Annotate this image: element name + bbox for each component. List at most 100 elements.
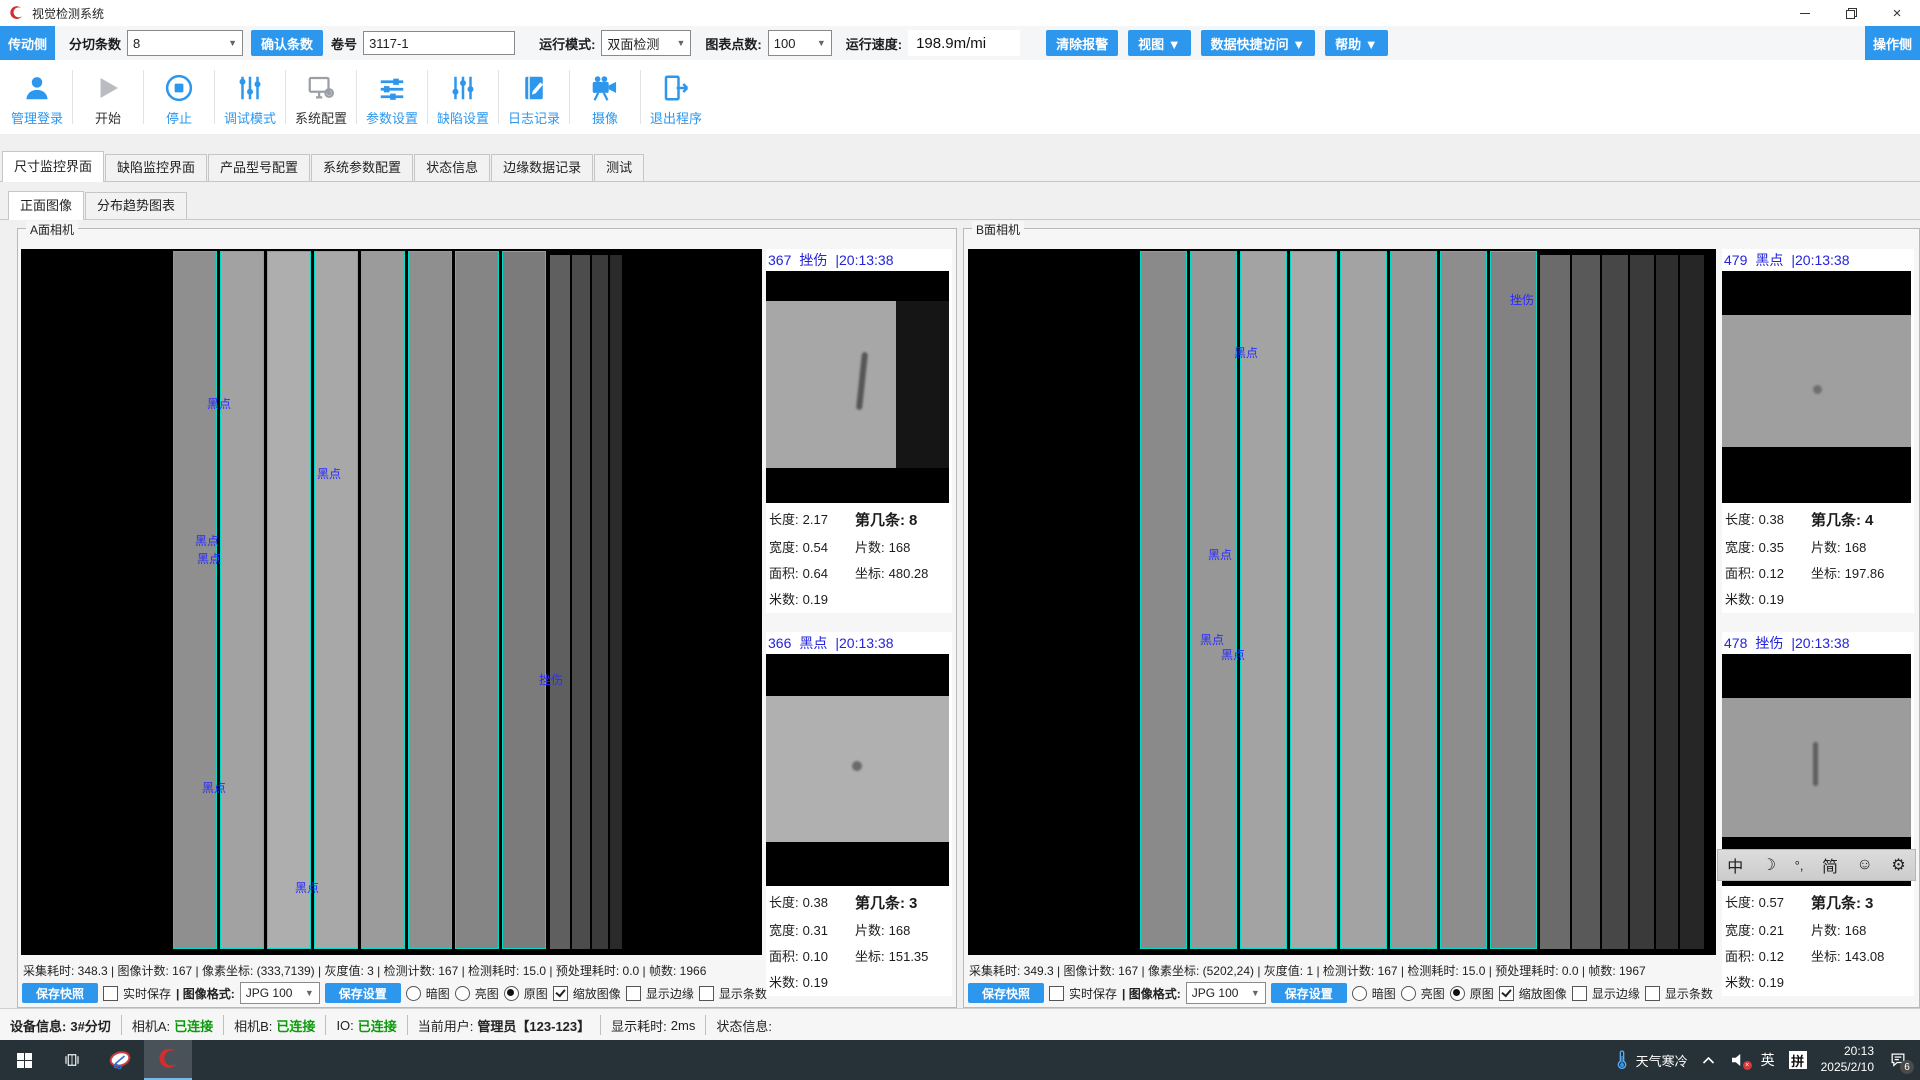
save-snapshot-button[interactable]: 保存快照 (22, 983, 98, 1003)
show-strip-count-checkbox[interactable] (1645, 986, 1660, 1001)
operator-side-button[interactable]: 操作侧 (1865, 26, 1920, 60)
tab-sub-1[interactable]: 分布趋势图表 (85, 192, 187, 219)
taskbar-weather[interactable]: 天气寒冷 (1614, 1049, 1688, 1071)
chart-points-select[interactable]: 100 ▼ (768, 30, 832, 56)
snipping-tool-button[interactable] (96, 1040, 144, 1080)
camera-b-image[interactable]: 挫伤黑点黑点黑点黑点 (968, 249, 1716, 955)
language-indicator[interactable]: 英 (1761, 1050, 1775, 1070)
tool-button-2[interactable]: 停止 (146, 60, 212, 134)
defect-field-pieces: 片数:168 (1811, 537, 1914, 556)
hidden-icons-chevron[interactable] (1702, 1056, 1715, 1065)
image-format-select[interactable]: JPG 100▼ (240, 982, 320, 1004)
speed-label: 运行速度: (846, 34, 902, 53)
tool-button-3[interactable]: 调试模式 (217, 60, 283, 134)
tab-main-4[interactable]: 状态信息 (414, 154, 490, 181)
taskbar-app-vision-system[interactable] (144, 1040, 192, 1080)
tab-main-2[interactable]: 产品型号配置 (208, 154, 310, 181)
tab-main-3[interactable]: 系统参数配置 (311, 154, 413, 181)
zoom-image-checkbox[interactable] (1499, 986, 1514, 1001)
drive-side-button[interactable]: 传动侧 (0, 26, 55, 60)
bright-image-radio[interactable] (455, 986, 470, 1001)
close-button[interactable]: × (1874, 0, 1920, 26)
volume-muted-button[interactable]: × (1729, 1052, 1747, 1068)
view-menu-button[interactable]: 视图 ▼ (1128, 30, 1190, 56)
tool-button-1[interactable]: 开始 (75, 60, 141, 134)
bright-image-radio[interactable] (1401, 986, 1416, 1001)
minimize-button[interactable] (1782, 0, 1828, 26)
defect-card[interactable]: 478挫伤|20:13:38长度:0.57第几条:3宽度:0.21片数:168面… (1722, 632, 1914, 996)
defect-list-a: 367挫伤|20:13:38长度:2.17第几条:8宽度:0.54片数:168面… (766, 249, 952, 991)
camera-a-image[interactable]: 黑点黑点黑点黑点挫伤黑点黑点 (21, 249, 762, 955)
field-value: 0.64 (803, 566, 828, 581)
field-label: 坐标: (855, 946, 885, 965)
field-value: 0.12 (1759, 949, 1784, 964)
show-edge-checkbox[interactable] (626, 986, 641, 1001)
defect-card[interactable]: 479黑点|20:13:38长度:0.38第几条:4宽度:0.35片数:168面… (1722, 249, 1914, 613)
defect-card[interactable]: 366黑点|20:13:38长度:0.38第几条:3宽度:0.31片数:168面… (766, 632, 952, 996)
tab-main-6[interactable]: 测试 (594, 154, 644, 181)
original-image-radio[interactable] (1450, 986, 1465, 1001)
slit-count-select[interactable]: 8 ▼ (127, 30, 243, 56)
tab-main-1[interactable]: 缺陷监控界面 (105, 154, 207, 181)
tab-main-5[interactable]: 边缘数据记录 (491, 154, 593, 181)
ime-pinyin-indicator[interactable]: 拼 (1789, 1051, 1807, 1069)
defect-thumbnail[interactable] (766, 271, 949, 503)
ime-settings-gear-icon[interactable]: ⚙ (1891, 855, 1905, 875)
ime-fullwidth-moon-icon[interactable]: ☽ (1762, 855, 1776, 875)
windows-logo-icon (17, 1053, 32, 1068)
tool-button-6[interactable]: 缺陷设置 (430, 60, 496, 134)
zoom-image-checkbox[interactable] (553, 986, 568, 1001)
run-mode-select[interactable]: 双面检测 ▼ (601, 30, 691, 56)
save-settings-button[interactable]: 保存设置 (325, 983, 401, 1003)
strip-band (1680, 255, 1704, 949)
field-value: 168 (889, 923, 911, 938)
data-quick-access-button[interactable]: 数据快捷访问 ▼ (1201, 30, 1315, 56)
zoom-image-checkbox-label: 缩放图像 (1519, 985, 1567, 1002)
realtime-save-checkbox[interactable] (1049, 986, 1064, 1001)
confirm-count-button[interactable]: 确认条数 (251, 30, 323, 56)
defect-field-length: 长度:0.38 (1725, 509, 1811, 530)
strip-detect-box (314, 251, 358, 949)
chevron-down-icon: ▼ (305, 988, 314, 998)
restore-button[interactable] (1828, 0, 1874, 26)
dark-image-radio[interactable] (406, 986, 421, 1001)
field-label: 长度: (769, 892, 799, 911)
toolbar-divider (72, 70, 73, 124)
clear-alarm-button[interactable]: 清除报警 (1046, 30, 1118, 56)
ime-punctuation-mode[interactable]: °, (1795, 858, 1804, 873)
tool-button-7[interactable]: 日志记录 (501, 60, 567, 134)
notification-center-button[interactable]: 6 (1888, 1050, 1908, 1070)
strip-detect-box (1290, 251, 1337, 949)
ime-simplified-mode[interactable]: 简 (1822, 853, 1838, 877)
ime-emoji-icon[interactable]: ☺ (1857, 856, 1873, 874)
tool-button-4[interactable]: 系统配置 (288, 60, 354, 134)
thumb-dark-region (896, 301, 949, 468)
show-strip-count-checkbox[interactable] (699, 986, 714, 1001)
save-snapshot-button[interactable]: 保存快照 (968, 983, 1044, 1003)
roll-input[interactable] (363, 31, 515, 55)
tool-button-9[interactable]: 退出程序 (643, 60, 709, 134)
taskbar-clock[interactable]: 20:13 2025/2/10 (1821, 1044, 1874, 1075)
tab-main-0[interactable]: 尺寸监控界面 (2, 151, 104, 182)
tool-button-8[interactable]: 摄像 (572, 60, 638, 134)
show-edge-checkbox[interactable] (1572, 986, 1587, 1001)
strip-detect-box (267, 251, 311, 949)
ime-chinese-mode[interactable]: 中 (1727, 853, 1743, 877)
start-button[interactable] (0, 1040, 48, 1080)
help-menu-button[interactable]: 帮助 ▼ (1325, 30, 1387, 56)
save-settings-button[interactable]: 保存设置 (1271, 983, 1347, 1003)
realtime-save-label: 实时保存 (1069, 985, 1117, 1002)
original-image-radio[interactable] (504, 986, 519, 1001)
exit-icon (661, 69, 691, 107)
tool-button-0[interactable]: 管理登录 (4, 60, 70, 134)
dark-image-radio[interactable] (1352, 986, 1367, 1001)
realtime-save-checkbox[interactable] (103, 986, 118, 1001)
image-format-select[interactable]: JPG 100▼ (1186, 982, 1266, 1004)
task-view-button[interactable] (48, 1040, 96, 1080)
defect-thumbnail[interactable] (1722, 271, 1911, 503)
tool-button-5[interactable]: 参数设置 (359, 60, 425, 134)
field-value: 3 (1865, 895, 1873, 912)
defect-thumbnail[interactable] (766, 654, 949, 886)
defect-card[interactable]: 367挫伤|20:13:38长度:2.17第几条:8宽度:0.54片数:168面… (766, 249, 952, 613)
tab-sub-0[interactable]: 正面图像 (8, 191, 84, 220)
